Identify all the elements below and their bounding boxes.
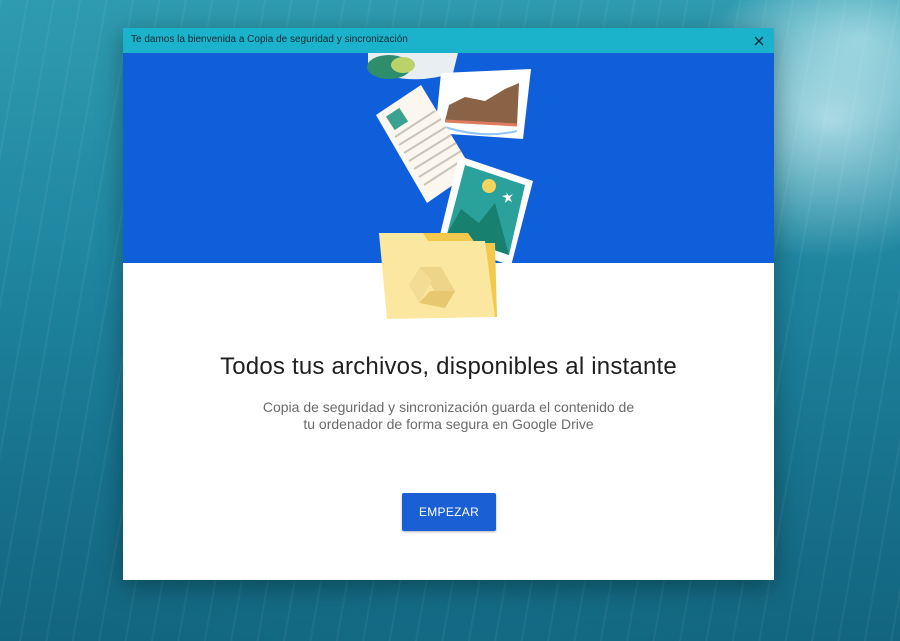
window-title: Te damos la bienvenida a Copia de seguri… [131, 34, 408, 45]
subtitle: Copia de seguridad y sincronización guar… [243, 399, 654, 433]
chart-document-icon [435, 69, 531, 139]
hero-illustration [367, 53, 533, 319]
subtitle-line-1: Copia de seguridad y sincronización guar… [262, 399, 635, 415]
title-bar[interactable]: Te damos la bienvenida a Copia de seguri… [123, 28, 774, 53]
drive-folder-icon [379, 233, 497, 319]
close-button[interactable] [744, 28, 774, 53]
start-button[interactable]: EMPEZAR [402, 493, 496, 531]
headline: Todos tus archivos, disponibles al insta… [220, 353, 677, 380]
close-icon [754, 36, 764, 45]
subtitle-line-2: tu ordenador de forma segura en Google D… [303, 416, 594, 432]
welcome-window: Te damos la bienvenida a Copia de seguri… [123, 28, 774, 580]
